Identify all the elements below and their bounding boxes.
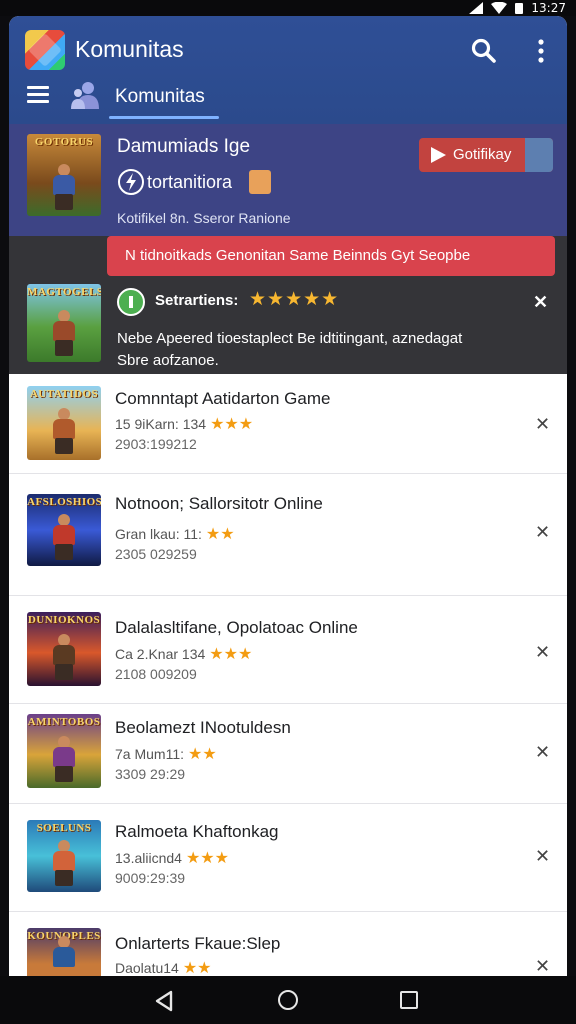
wifi-icon <box>491 2 508 14</box>
back-icon[interactable] <box>154 990 174 1012</box>
game-thumbnail: AMINTOBOS <box>27 714 101 788</box>
app-bar: Komunitas Komunitas <box>9 16 567 124</box>
game-thumbnail: MAGTOGELS <box>27 284 101 362</box>
featured-title: Damumiads Ige <box>117 136 251 157</box>
app-logo-icon <box>25 30 65 70</box>
game-stats: 7a Mum11: <box>115 746 184 762</box>
home-icon[interactable] <box>278 990 298 1010</box>
featured-card-primary[interactable]: GOTORUS Damumiads Ige tortanitiora Kotif… <box>9 124 567 236</box>
rating-stars: ★★★★★ <box>249 289 340 310</box>
status-bar: 13:27 <box>0 0 576 16</box>
game-title: Ralmoeta Khaftonkag <box>115 822 279 841</box>
rating-stars: ★★★ <box>209 646 253 663</box>
more-vert-icon[interactable] <box>533 38 549 64</box>
tab-komunitas[interactable]: Komunitas <box>115 86 205 108</box>
game-date: 2108 009209 <box>115 666 197 682</box>
game-stats: Daolatu14 <box>115 960 179 976</box>
close-icon[interactable]: ✕ <box>535 846 550 867</box>
featured-subtitle: tortanitiora <box>147 172 233 192</box>
game-thumbnail: AFSLOSHIOS <box>27 494 101 566</box>
system-nav-bar <box>0 976 576 1024</box>
alert-banner[interactable]: N tidnoitkads Genonitan Same Beinnds Gyt… <box>107 236 555 276</box>
lightning-icon <box>118 169 144 195</box>
signal-icon <box>469 2 484 14</box>
badge-icon <box>249 170 271 194</box>
game-title: Comnntapt Aatidarton Game <box>115 389 331 408</box>
game-thumbnail: SOELUNS <box>27 820 101 892</box>
character-figure <box>49 310 79 356</box>
rating-stars: ★★ <box>188 746 217 763</box>
list-item[interactable]: AMINTOBOS Beolamezt INootuldesn 7a Mum11… <box>9 704 567 804</box>
game-stats: Ca 2.Knar 134 <box>115 646 206 662</box>
close-icon[interactable]: ✕ <box>533 292 548 313</box>
follow-button[interactable]: Gotifikay <box>419 138 553 172</box>
list-item[interactable]: AFSLOSHIOS Notnoon; Sallorsitotr Online … <box>9 474 567 596</box>
game-stats: Gran lkau: 11: <box>115 526 202 542</box>
close-icon[interactable]: ✕ <box>535 742 550 763</box>
close-icon[interactable]: ✕ <box>535 522 550 543</box>
recents-icon[interactable] <box>400 991 418 1009</box>
list-item[interactable]: KOUNOPLES Onlarterts Fkaue:Slep Daolatu1… <box>9 912 567 976</box>
rating-stars: ★★ <box>182 960 212 976</box>
game-thumbnail: KOUNOPLES <box>27 928 101 976</box>
game-date: 2305 029259 <box>115 546 197 562</box>
game-date: 3309 29:29 <box>115 766 186 782</box>
game-title: Dalalasltifane, Opolatoac Online <box>115 618 358 637</box>
tab-indicator <box>109 116 219 119</box>
close-icon[interactable]: ✕ <box>535 956 550 976</box>
status-time: 13:27 <box>531 1 566 15</box>
game-date: 9009:29:39 <box>115 870 186 886</box>
follow-button-label: Gotifikay <box>453 146 512 163</box>
featured-meta: Kotifikel 8n. Sseror Ranione <box>117 210 291 226</box>
menu-icon[interactable] <box>27 86 49 104</box>
featured-description: Nebe Apeered tioestaplect Be idtitingant… <box>117 330 463 369</box>
rating-label: Setrartiens: <box>155 292 239 309</box>
rating-stars: ★★★ <box>210 416 254 433</box>
game-date: 2903:199212 <box>115 436 197 452</box>
featured-card-secondary[interactable]: MAGTOGELS N tidnoitkads Genonitan Same B… <box>9 236 567 374</box>
refresh-icon <box>525 138 553 172</box>
character-figure <box>49 164 79 210</box>
verified-icon <box>117 288 145 316</box>
close-icon[interactable]: ✕ <box>535 414 550 435</box>
game-thumbnail: AUTATIDOS <box>27 386 101 460</box>
game-title: Onlarterts Fkaue:Slep <box>115 934 281 953</box>
battery-icon <box>515 3 524 14</box>
search-icon[interactable] <box>471 38 497 64</box>
game-list: AUTATIDOS Comnntapt Aatidarton Game 15 9… <box>9 374 567 976</box>
phone-screen: 13:27 Komunitas Komunitas GOTORUS Damumi… <box>0 0 576 1024</box>
list-item[interactable]: DUNIOKNOS Dalalasltifane, Opolatoac Onli… <box>9 596 567 704</box>
game-stats: 15 9iKarn: 134 <box>115 416 207 432</box>
app-window: Komunitas Komunitas GOTORUS Damumiads Ig… <box>9 16 567 976</box>
rating-stars: ★★ <box>205 526 235 543</box>
app-title: Komunitas <box>75 36 184 62</box>
list-item[interactable]: AUTATIDOS Comnntapt Aatidarton Game 15 9… <box>9 374 567 474</box>
game-title: Beolamezt INootuldesn <box>115 718 291 737</box>
close-icon[interactable]: ✕ <box>535 642 550 663</box>
community-tab-icon[interactable] <box>69 79 101 111</box>
list-item[interactable]: SOELUNS Ralmoeta Khaftonkag 13.aliicnd4 ★… <box>9 804 567 912</box>
play-icon <box>431 147 446 163</box>
game-thumbnail: DUNIOKNOS <box>27 612 101 686</box>
rating-stars: ★★★ <box>185 850 229 867</box>
game-thumbnail: GOTORUS <box>27 134 101 216</box>
game-stats: 13.aliicnd4 <box>115 850 182 866</box>
game-title: Notnoon; Sallorsitotr Online <box>115 494 323 513</box>
